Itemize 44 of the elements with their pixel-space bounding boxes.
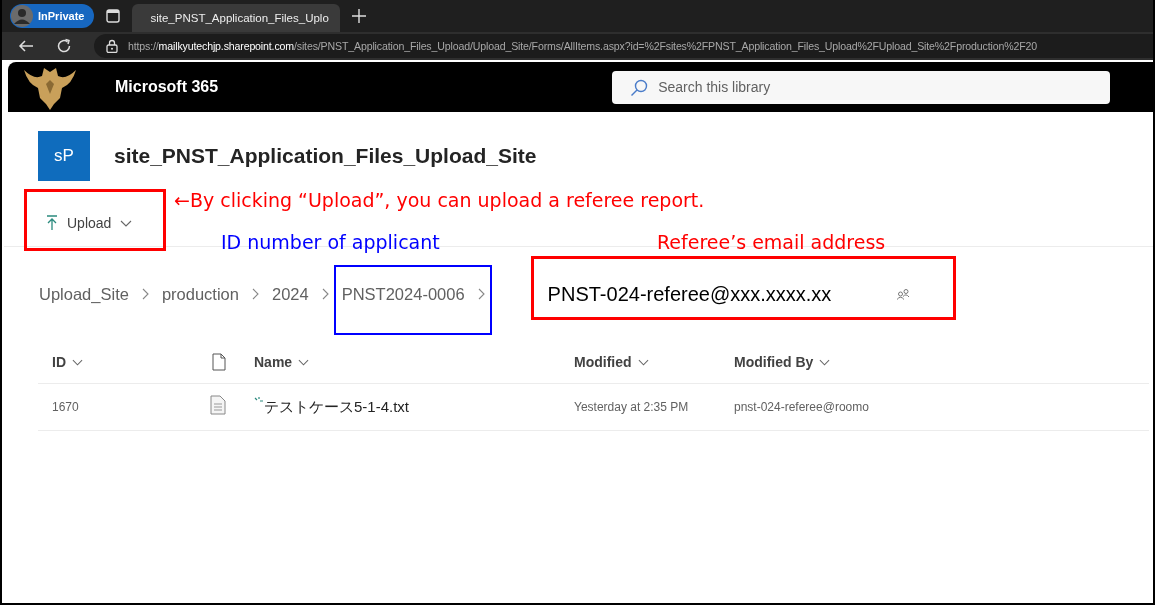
- chevron-right-icon: [251, 288, 259, 300]
- refresh-icon[interactable]: [56, 38, 72, 54]
- site-title: site_PNST_Application_Files_Upload_Site: [114, 144, 537, 168]
- address-bar[interactable]: https://mailkyutechjp.sharepoint.com/sites/PNST_Application_Files_Upload/Upload_Site/Forms/AllItems.aspx?id=%2Fsites%2FPNST_Application_Files_Upload%2FUpload_Site%2Fproduction%2F20: [94, 34, 1153, 58]
- file-name-link[interactable]: テストケース5-1-4.txt: [264, 397, 410, 417]
- chevron-down-icon: [120, 219, 133, 227]
- upload-button[interactable]: Upload: [42, 211, 137, 235]
- chevron-down-icon: [72, 358, 83, 366]
- table-cell-text: Yesterday at 2:35 PM: [574, 400, 690, 414]
- profile-button[interactable]: InPrivate: [10, 4, 95, 28]
- chevron-down-icon: [298, 358, 310, 366]
- avatar-icon: [11, 5, 33, 27]
- annotation-text: ←By clicking “Upload”, you can upload a referee report.: [174, 189, 705, 211]
- column-header[interactable]: ID: [38, 354, 198, 370]
- site-logo: sP: [38, 131, 90, 181]
- current-folder: PNST-024-referee@xxx.xxxx.xx: [547, 282, 832, 306]
- chevron-right-icon: [141, 288, 149, 300]
- chevron-down-icon: [819, 358, 831, 366]
- upload-icon: [46, 215, 58, 231]
- chevron-right-icon: [321, 288, 329, 300]
- app-name[interactable]: Microsoft 365: [115, 78, 219, 96]
- browser-tab[interactable]: site_PNST_Application_Files_Uplo: [132, 4, 341, 32]
- lock-icon: [106, 39, 118, 53]
- new-tab-icon[interactable]: [352, 9, 367, 23]
- breadcrumb-link[interactable]: production: [161, 284, 239, 304]
- chevron-down-icon: [637, 358, 649, 366]
- search-field[interactable]: Search this library: [612, 70, 1111, 104]
- table-cell-text: 1670: [51, 400, 80, 414]
- column-header[interactable]: Modified By: [734, 354, 934, 370]
- text-file-icon: [210, 395, 226, 415]
- annotation-text: ID number of applicant: [221, 231, 440, 253]
- search-icon: [630, 78, 649, 97]
- column-header[interactable]: Modified: [574, 354, 734, 370]
- chevron-right-icon: [477, 288, 485, 300]
- column-header[interactable]: Name: [254, 354, 574, 370]
- file-icon[interactable]: [212, 353, 226, 371]
- table-cell-text: pnst-024-referee@roomo: [734, 400, 870, 414]
- people-icon[interactable]: [896, 288, 911, 300]
- tab-actions-icon[interactable]: [106, 9, 121, 23]
- breadcrumb-link[interactable]: 2024: [271, 284, 309, 304]
- breadcrumb-link[interactable]: Upload_Site: [39, 284, 129, 304]
- breadcrumb-link[interactable]: PNST2024-0006: [341, 284, 465, 304]
- annotation-text: Referee’s email address: [657, 231, 886, 253]
- back-icon[interactable]: [18, 38, 34, 54]
